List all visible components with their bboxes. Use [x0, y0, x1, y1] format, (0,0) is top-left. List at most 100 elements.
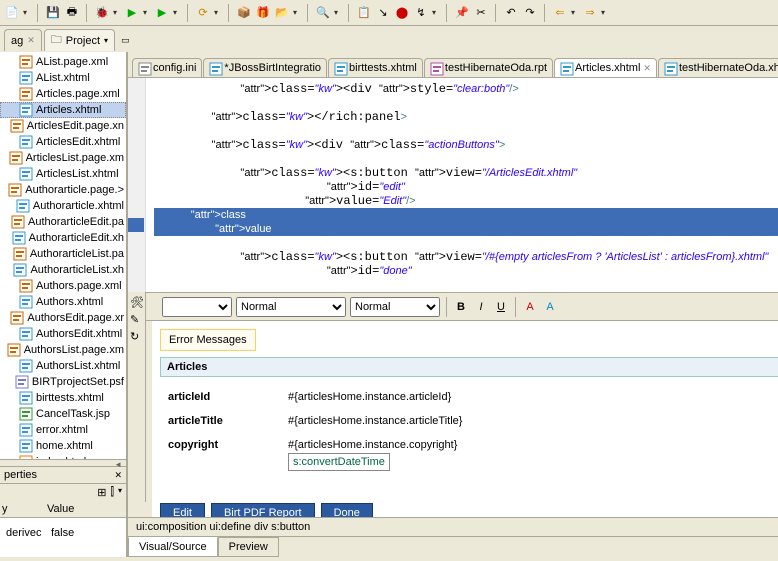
- tree-item-file[interactable]: ArticlesEdit.xhtml: [0, 134, 126, 150]
- tree-item-file[interactable]: Articles.page.xml: [0, 86, 126, 102]
- dropdown-icon[interactable]: ▾: [293, 8, 301, 17]
- search-icon[interactable]: 🔍: [315, 5, 331, 21]
- tree-item-file[interactable]: ArticlesEdit.page.xn: [0, 118, 126, 134]
- tree-item-file[interactable]: AuthorarticleList.xh: [0, 262, 126, 278]
- tree-item-file[interactable]: AuthorsList.page.xm: [0, 342, 126, 358]
- project-file-tree[interactable]: AList.page.xmlAList.xhtmlArticles.page.x…: [0, 52, 126, 459]
- cut-icon[interactable]: ✂: [473, 5, 489, 21]
- tree-item-file[interactable]: AuthorarticleEdit.pa: [0, 214, 126, 230]
- font-format-select[interactable]: Normal: [350, 297, 440, 317]
- italic-icon[interactable]: I: [473, 299, 489, 315]
- style-icon[interactable]: ✎: [130, 313, 143, 326]
- highlight-color-icon[interactable]: A: [542, 299, 558, 315]
- tree-item-file[interactable]: ArticlesList.xhtml: [0, 166, 126, 182]
- forward-icon[interactable]: ⇒: [582, 5, 598, 21]
- dropdown-icon[interactable]: ▾: [432, 8, 440, 17]
- editor-tab[interactable]: *JBossBirtIntegratio: [203, 58, 327, 77]
- close-icon[interactable]: ✕: [114, 470, 122, 481]
- editor-tab[interactable]: testHibernateOda.rpt: [424, 58, 553, 77]
- error-messages-tab[interactable]: Error Messages: [160, 329, 256, 351]
- run-icon[interactable]: ▶: [124, 5, 140, 21]
- dropdown-icon[interactable]: ▾: [571, 8, 579, 17]
- file-name: AuthorarticleList.pa: [30, 248, 124, 260]
- editor-tab[interactable]: testHibernateOda.xht: [658, 58, 778, 77]
- element-breadcrumb[interactable]: ui:composition ui:define div s:button: [128, 517, 778, 537]
- tree-item-file[interactable]: AuthorarticleEdit.xh: [0, 230, 126, 246]
- undo-icon[interactable]: ↶: [503, 5, 519, 21]
- tree-item-file[interactable]: AuthorsList.xhtml: [0, 358, 126, 374]
- close-icon[interactable]: ✕: [27, 35, 35, 46]
- step-icon[interactable]: ↘: [375, 5, 391, 21]
- code-editor[interactable]: "attr">class="kw"><div "attr">style="cle…: [128, 78, 778, 293]
- prop-col-value[interactable]: Value: [45, 501, 126, 517]
- refresh-icon[interactable]: ↻: [130, 330, 143, 343]
- debug-icon[interactable]: 🐞: [94, 5, 110, 21]
- back-icon[interactable]: ⇐: [552, 5, 568, 21]
- tree-item-file[interactable]: BIRTprojectSet.psf: [0, 374, 126, 390]
- tree-view-icon[interactable]: ⊞: [97, 486, 106, 499]
- project-explorer-tab[interactable]: 🗀 Project ▾: [44, 29, 115, 51]
- package-icon[interactable]: 📦: [236, 5, 252, 21]
- tree-item-file[interactable]: AList.page.xml: [0, 54, 126, 70]
- task-icon[interactable]: 📋: [356, 5, 372, 21]
- bold-icon[interactable]: B: [453, 299, 469, 315]
- action-button[interactable]: Done: [321, 503, 373, 517]
- redo-icon[interactable]: ↷: [522, 5, 538, 21]
- editor-mode-tab[interactable]: Preview: [218, 537, 279, 557]
- gift-icon[interactable]: 🎁: [255, 5, 271, 21]
- dropdown-icon[interactable]: ▾: [23, 8, 31, 17]
- block-format-select[interactable]: [162, 297, 232, 317]
- tree-item-file[interactable]: AuthorsEdit.page.xr: [0, 310, 126, 326]
- dropdown-icon[interactable]: ▾: [104, 36, 108, 45]
- save-icon[interactable]: 💾: [45, 5, 61, 21]
- pin-icon[interactable]: 📌: [454, 5, 470, 21]
- prop-col-key[interactable]: y: [0, 501, 45, 517]
- splitter[interactable]: [0, 459, 126, 467]
- dropdown-icon[interactable]: ▾: [113, 8, 121, 17]
- editor-tab[interactable]: Articles.xhtml✕: [554, 58, 657, 77]
- new-icon[interactable]: 📄: [4, 5, 20, 21]
- action-button[interactable]: Birt PDF Report: [211, 503, 315, 517]
- tree-item-file[interactable]: CancelTask.jsp: [0, 406, 126, 422]
- tree-item-file[interactable]: Articles.xhtml: [0, 102, 126, 118]
- tree-item-file[interactable]: ArticlesList.page.xm: [0, 150, 126, 166]
- editor-tab[interactable]: birttests.xhtml: [328, 58, 423, 77]
- menu-icon[interactable]: ▾: [118, 486, 122, 499]
- close-icon[interactable]: ✕: [643, 63, 651, 74]
- editor-mode-tabs: Visual/SourcePreview: [128, 537, 778, 557]
- dropdown-icon[interactable]: ▾: [143, 8, 151, 17]
- underline-icon[interactable]: U: [493, 299, 509, 315]
- print-icon[interactable]: 🖶: [64, 5, 80, 21]
- tree-item-file[interactable]: AuthorarticleList.pa: [0, 246, 126, 262]
- tree-item-file[interactable]: Authorarticle.page.>: [0, 182, 126, 198]
- dropdown-icon[interactable]: ▾: [601, 8, 609, 17]
- sync-icon[interactable]: ↯: [413, 5, 429, 21]
- tree-item-file[interactable]: AuthorsEdit.xhtml: [0, 326, 126, 342]
- refresh-icon[interactable]: ⟳: [195, 5, 211, 21]
- run-ext-icon[interactable]: ▶: [154, 5, 170, 21]
- dropdown-icon[interactable]: ▾: [334, 8, 342, 17]
- tree-item-file[interactable]: error.xhtml: [0, 422, 126, 438]
- tree-item-file[interactable]: birttests.xhtml: [0, 390, 126, 406]
- minimize-icon[interactable]: ▭: [121, 35, 130, 46]
- property-row[interactable]: derivecfalse: [0, 524, 126, 542]
- filter-icon[interactable]: ⫿: [110, 486, 114, 499]
- visual-preview-pane[interactable]: Error Messages Articles articleId#{artic…: [152, 321, 778, 517]
- dropdown-icon[interactable]: ▾: [173, 8, 181, 17]
- action-button[interactable]: Edit: [160, 503, 205, 517]
- stop-icon[interactable]: ⬤: [394, 5, 410, 21]
- tools-icon[interactable]: 🛠: [130, 296, 143, 309]
- tree-item-file[interactable]: Authors.xhtml: [0, 294, 126, 310]
- partial-tab[interactable]: ag✕: [4, 29, 42, 51]
- editor-tab[interactable]: config.ini: [132, 58, 202, 77]
- paragraph-format-select[interactable]: Normal: [236, 297, 346, 317]
- tree-item-file[interactable]: Authorarticle.xhtml: [0, 198, 126, 214]
- font-color-icon[interactable]: A: [522, 299, 538, 315]
- tree-item-file[interactable]: AList.xhtml: [0, 70, 126, 86]
- editor-mode-tab[interactable]: Visual/Source: [128, 537, 218, 557]
- tree-item-file[interactable]: Authors.page.xml: [0, 278, 126, 294]
- dropdown-icon[interactable]: ▾: [214, 8, 222, 17]
- open-type-icon[interactable]: 📂: [274, 5, 290, 21]
- tree-item-file[interactable]: home.xhtml: [0, 438, 126, 454]
- converter-box[interactable]: s:convertDateTime: [288, 453, 390, 471]
